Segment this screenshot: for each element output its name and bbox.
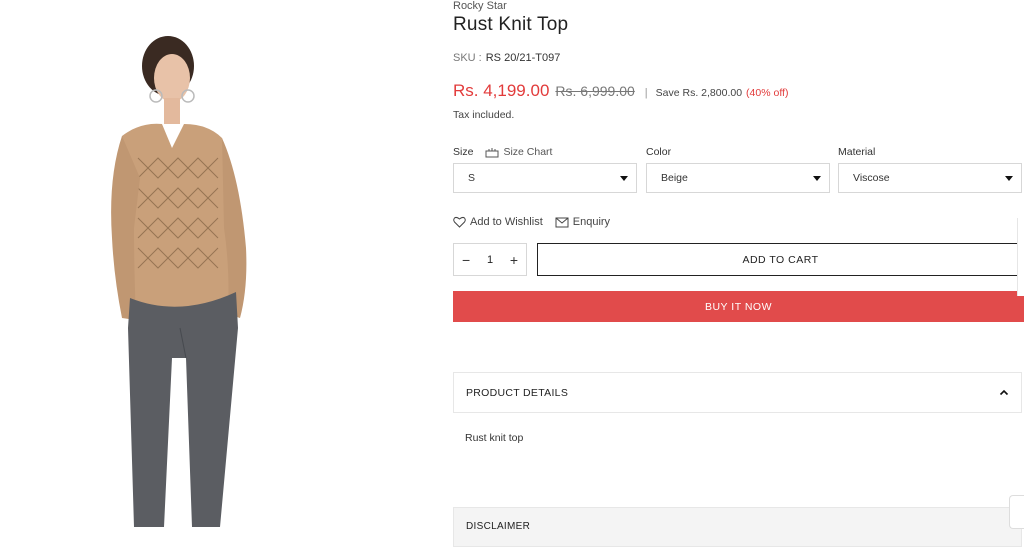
chevron-down-icon bbox=[620, 175, 628, 181]
add-to-cart-button[interactable]: ADD TO CART bbox=[537, 243, 1024, 276]
material-label: Material bbox=[838, 146, 876, 158]
product-photo[interactable] bbox=[100, 28, 270, 527]
heart-icon bbox=[453, 216, 466, 228]
size-chart-link[interactable]: Size Chart bbox=[485, 146, 552, 158]
product-title: Rust Knit Top bbox=[453, 14, 569, 35]
material-select-value: Viscose bbox=[853, 172, 890, 184]
qty-decrease-button[interactable]: − bbox=[462, 252, 470, 268]
price-row: Rs. 4,199.00 Rs. 6,999.00 | Save Rs. 2,8… bbox=[453, 81, 788, 101]
quantity-stepper: − 1 + bbox=[453, 243, 527, 276]
chevron-down-icon bbox=[1005, 175, 1013, 181]
qty-increase-button[interactable]: + bbox=[510, 252, 518, 268]
sku-value: RS 20/21-T097 bbox=[485, 52, 561, 64]
product-details-title: PRODUCT DETAILS bbox=[466, 386, 569, 399]
size-select-value: S bbox=[468, 172, 476, 184]
qty-value[interactable]: 1 bbox=[487, 254, 493, 266]
size-select[interactable]: S bbox=[453, 163, 637, 193]
chevron-down-icon bbox=[813, 175, 821, 181]
product-details-body: Rust knit top bbox=[465, 432, 524, 444]
tax-note: Tax included. bbox=[453, 109, 515, 121]
price-separator: | bbox=[644, 87, 648, 99]
size-label: Size bbox=[453, 146, 474, 158]
chat-widget-edge[interactable] bbox=[1009, 495, 1024, 529]
disclaimer-accordion[interactable]: DISCLAIMER bbox=[453, 507, 1022, 547]
wishlist-link[interactable]: Add to Wishlist bbox=[453, 216, 543, 228]
wishlist-label: Add to Wishlist bbox=[470, 216, 543, 228]
color-select-value: Beige bbox=[661, 172, 688, 184]
discount-badge: (40% off) bbox=[746, 87, 789, 99]
sku-label: SKU : bbox=[453, 52, 482, 64]
mail-icon bbox=[555, 217, 569, 227]
product-sku: SKU : RS 20/21-T097 bbox=[453, 52, 560, 64]
sale-price: Rs. 4,199.00 bbox=[453, 81, 550, 100]
chevron-up-icon bbox=[999, 389, 1009, 396]
ruler-icon bbox=[485, 147, 499, 157]
color-select[interactable]: Beige bbox=[646, 163, 830, 193]
size-chart-label: Size Chart bbox=[503, 146, 553, 158]
enquiry-label: Enquiry bbox=[572, 216, 611, 228]
product-details-accordion[interactable]: PRODUCT DETAILS bbox=[453, 372, 1022, 413]
material-select[interactable]: Viscose bbox=[838, 163, 1022, 193]
product-image-area bbox=[0, 0, 440, 527]
product-links: Add to Wishlist Enquiry bbox=[453, 216, 610, 228]
size-label-row: Size Size Chart bbox=[453, 146, 552, 158]
compare-price: Rs. 6,999.00 bbox=[555, 83, 635, 99]
enquiry-link[interactable]: Enquiry bbox=[555, 216, 610, 228]
scrollbar-edge[interactable] bbox=[1017, 218, 1024, 296]
buy-now-button[interactable]: BUY IT NOW bbox=[453, 291, 1024, 322]
product-vendor[interactable]: Rocky Star bbox=[453, 0, 507, 12]
save-amount: Save Rs. 2,800.00 bbox=[655, 87, 743, 99]
product-info: Rocky Star Rust Knit Top SKU : RS 20/21-T… bbox=[453, 0, 1024, 547]
color-label: Color bbox=[646, 146, 672, 158]
